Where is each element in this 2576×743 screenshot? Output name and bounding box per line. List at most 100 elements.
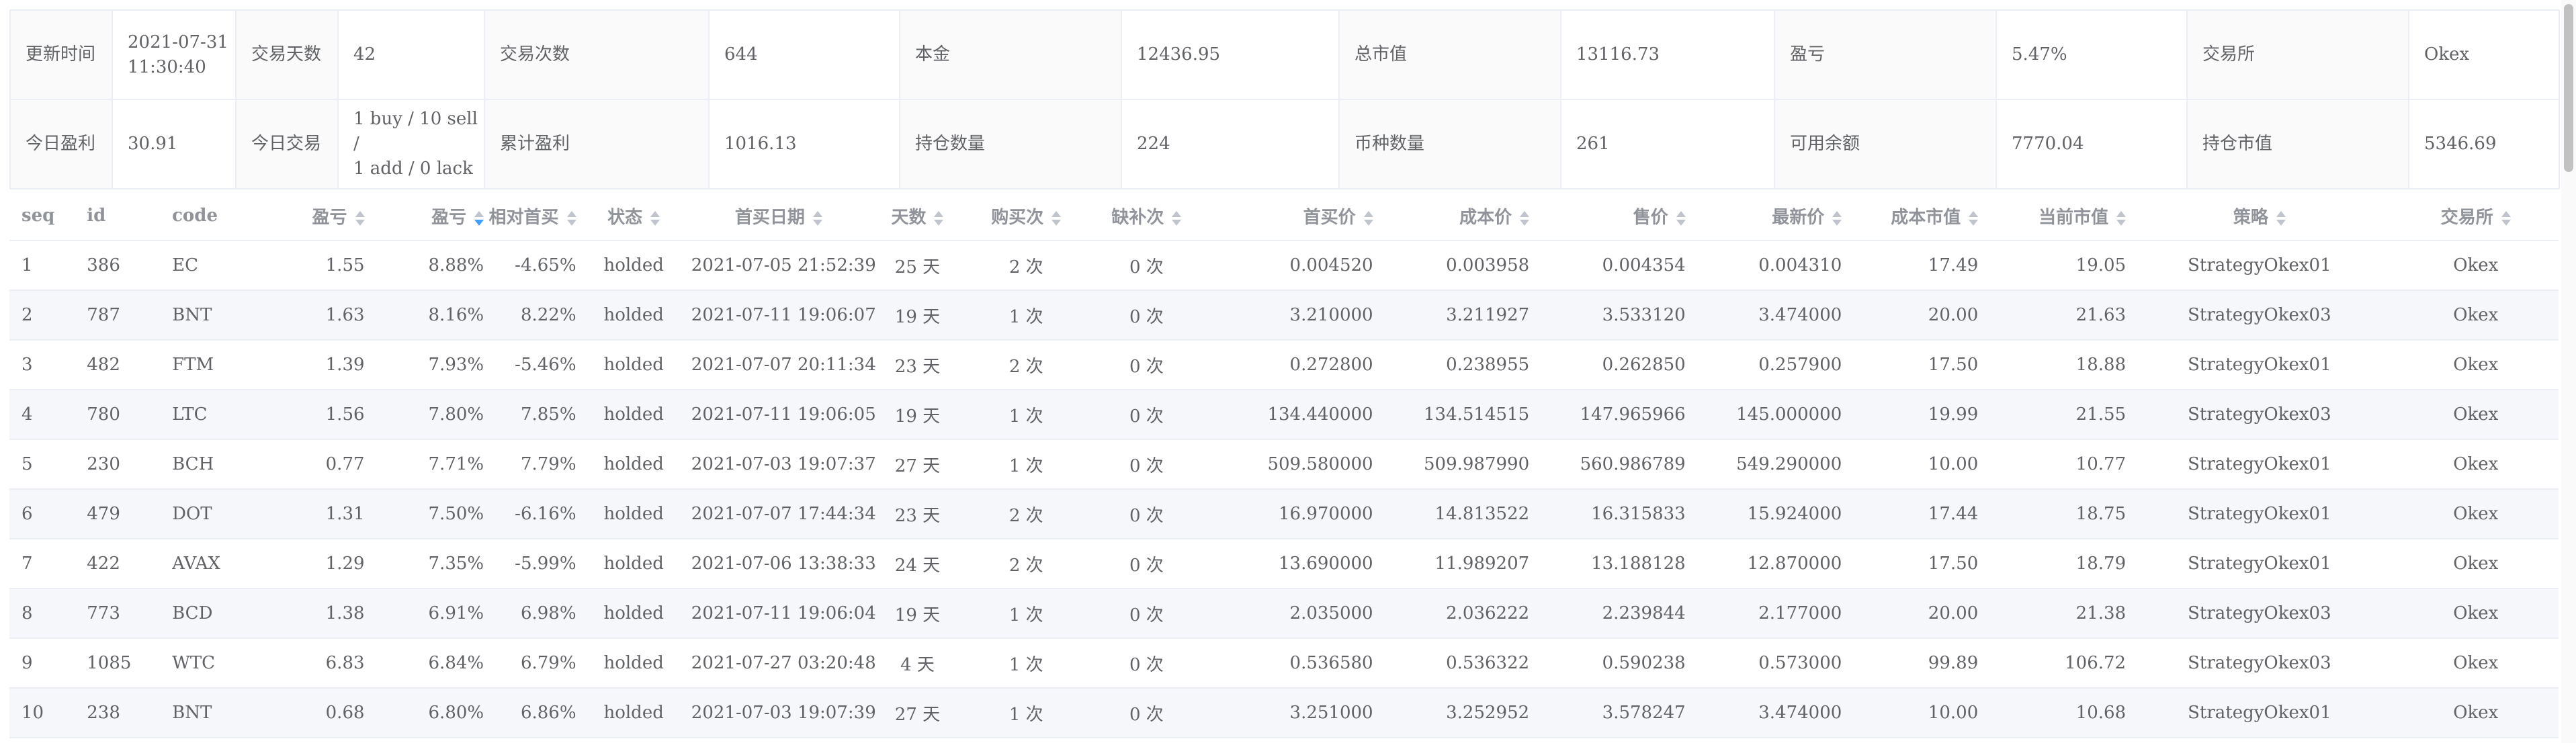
column-header-days[interactable]: 天数 [865, 191, 970, 241]
sort-descending-icon[interactable] [2116, 219, 2127, 226]
column-header-cost-value[interactable]: 成本市值 [1842, 191, 1979, 241]
sort-ascending-icon[interactable] [2276, 210, 2286, 217]
sort-caret-icon[interactable] [1172, 209, 1182, 228]
column-header-cost-price[interactable]: 成本价 [1373, 191, 1530, 241]
sort-ascending-icon[interactable] [355, 210, 365, 217]
scrollbar-thumb[interactable] [2564, 4, 2573, 172]
sort-caret-icon[interactable] [2276, 209, 2286, 228]
table-row[interactable]: 8 773 BCD 1.38 6.91% 6.98% holded 2021-07-11 19… [9, 588, 2559, 639]
sort-caret-icon[interactable] [1520, 209, 1530, 228]
sort-ascending-icon[interactable] [474, 210, 484, 217]
sort-descending-icon[interactable] [1172, 219, 1182, 226]
sort-ascending-icon[interactable] [566, 210, 576, 217]
sort-ascending-icon[interactable] [934, 210, 944, 217]
sort-caret-icon[interactable] [650, 209, 660, 228]
cell-days: 19 天 [865, 588, 970, 639]
column-header-pnl-percent[interactable]: 盈亏 [364, 191, 484, 241]
sort-descending-icon[interactable] [1676, 219, 1686, 226]
column-header-first-buy-date[interactable]: 首买日期 [691, 191, 866, 241]
sort-caret-icon[interactable] [566, 209, 576, 228]
cell-first-buy-date: 2021-07-07 17:44:34 [691, 489, 876, 539]
table-row[interactable]: 1 386 EC 1.55 8.88% -4.65% holded 2021-07-05 21… [9, 241, 2559, 291]
table-row[interactable]: 7 422 AVAX 1.29 7.35% -5.99% holded 2021-07-06 … [9, 539, 2559, 589]
sort-caret-icon[interactable] [1676, 209, 1686, 228]
cell-cost-price: 0.238955 [1373, 340, 1530, 390]
cell-code: BCH [160, 439, 273, 490]
table-row[interactable]: 3 482 FTM 1.39 7.93% -5.46% holded 2021-07-07 2… [9, 340, 2559, 390]
page-scrollbar[interactable] [2561, 0, 2576, 743]
column-header-label: 盈亏 [312, 207, 347, 228]
column-header-code: code [160, 191, 273, 241]
sort-caret-icon[interactable] [2116, 209, 2127, 228]
column-header-latest-price[interactable]: 最新价 [1685, 191, 1842, 241]
sort-descending-icon[interactable] [1051, 219, 1062, 226]
sort-descending-icon[interactable] [1832, 219, 1842, 226]
sort-descending-icon[interactable] [1363, 219, 1373, 226]
sort-descending-icon[interactable] [2501, 219, 2511, 226]
sort-caret-icon[interactable] [812, 209, 822, 228]
sort-caret-icon[interactable] [1832, 209, 1842, 228]
column-header-label: 成本价 [1459, 207, 1512, 228]
cell-code: DOT [160, 489, 273, 539]
cell-current-value: 18.75 [1978, 489, 2127, 539]
summary-value: 13116.73 [1560, 9, 1775, 100]
sort-ascending-icon[interactable] [650, 210, 660, 217]
table-row[interactable]: 4 780 LTC 1.56 7.80% 7.85% holded 2021-07-11 19… [9, 390, 2559, 440]
cell-id: 238 [75, 688, 161, 738]
sort-ascending-icon[interactable] [1363, 210, 1373, 217]
column-header-sell-price[interactable]: 售价 [1529, 191, 1686, 241]
column-header-label: 首买价 [1303, 207, 1356, 228]
sort-ascending-icon[interactable] [812, 210, 822, 217]
sort-caret-icon[interactable] [1051, 209, 1062, 228]
sort-ascending-icon[interactable] [1520, 210, 1530, 217]
sort-descending-icon[interactable] [474, 219, 484, 226]
sort-ascending-icon[interactable] [1172, 210, 1182, 217]
cell-days: 23 天 [865, 489, 970, 539]
column-header-buy-count[interactable]: 购买次 [969, 191, 1084, 241]
sort-descending-icon[interactable] [650, 219, 660, 226]
table-row[interactable]: 6 479 DOT 1.31 7.50% -6.16% holded 2021-07-07 1… [9, 489, 2559, 539]
table-row[interactable]: 2 787 BNT 1.63 8.16% 8.22% holded 2021-07-11 19… [9, 290, 2559, 341]
sort-descending-icon[interactable] [1520, 219, 1530, 226]
sort-caret-icon[interactable] [1363, 209, 1373, 228]
sort-ascending-icon[interactable] [1051, 210, 1062, 217]
column-header-strategy[interactable]: 策略 [2126, 191, 2393, 241]
column-header-first-buy-price[interactable]: 首买价 [1209, 191, 1373, 241]
sort-descending-icon[interactable] [2276, 219, 2286, 226]
column-header-exchange[interactable]: 交易所 [2393, 191, 2559, 241]
sort-descending-icon[interactable] [1969, 219, 1979, 226]
sort-ascending-icon[interactable] [2116, 210, 2127, 217]
sort-ascending-icon[interactable] [2501, 210, 2511, 217]
table-row[interactable]: 5 230 BCH 0.77 7.71% 7.79% holded 2021-07-03 19… [9, 439, 2559, 490]
cell-id: 773 [75, 588, 161, 639]
sort-caret-icon[interactable] [2501, 209, 2511, 228]
table-row[interactable]: 10 238 BNT 0.68 6.80% 6.86% holded 2021-07-03 1… [9, 688, 2559, 738]
sort-descending-icon[interactable] [934, 219, 944, 226]
cell-first-buy-price: 16.970000 [1209, 489, 1373, 539]
sort-descending-icon[interactable] [355, 219, 365, 226]
column-header-label: 售价 [1633, 207, 1668, 228]
sort-caret-icon[interactable] [355, 209, 365, 228]
column-header-lack-count[interactable]: 缺补次 [1083, 191, 1210, 241]
column-header-status[interactable]: 状态 [576, 191, 691, 241]
sort-ascending-icon[interactable] [1676, 210, 1686, 217]
sort-caret-icon[interactable] [1969, 209, 1979, 228]
sort-ascending-icon[interactable] [1969, 210, 1979, 217]
column-header-pnl[interactable]: 盈亏 [272, 191, 365, 241]
cell-latest-price: 2.177000 [1685, 588, 1842, 639]
cell-seq: 10 [9, 688, 75, 738]
cell-vs-first-buy: -6.16% [484, 489, 576, 539]
cell-id: 787 [75, 290, 161, 341]
cell-days: 27 天 [865, 439, 970, 490]
table-row[interactable]: 9 1085 WTC 6.83 6.84% 6.79% holded 2021-07-27 0… [9, 638, 2559, 689]
column-header-vs-first-buy[interactable]: 相对首买 [484, 191, 576, 241]
sort-ascending-icon[interactable] [1832, 210, 1842, 217]
sort-caret-icon[interactable] [934, 209, 944, 228]
cell-days: 19 天 [865, 290, 970, 341]
cell-pnl-percent: 7.80% [364, 390, 484, 440]
column-header-current-value[interactable]: 当前市值 [1978, 191, 2127, 241]
sort-caret-icon[interactable] [474, 209, 484, 228]
sort-descending-icon[interactable] [566, 219, 576, 226]
sort-descending-icon[interactable] [812, 219, 822, 226]
cell-cost-price: 0.536322 [1373, 638, 1530, 689]
